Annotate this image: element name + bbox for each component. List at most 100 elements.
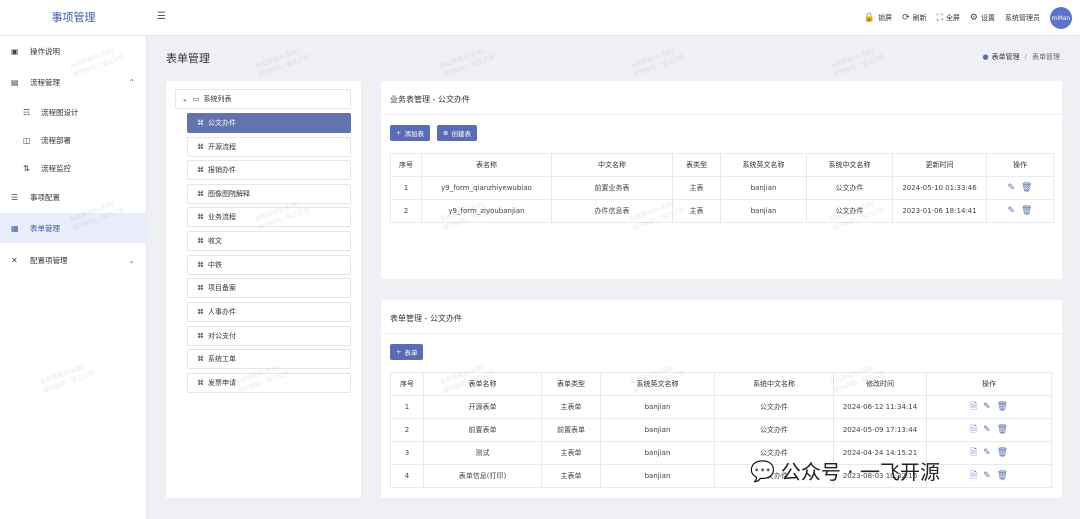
node-icon: ⌘	[197, 261, 204, 269]
create-table-button[interactable]: ⊕ 创建表	[437, 125, 477, 141]
tree-node[interactable]: ⌘ 系统工单	[187, 349, 351, 369]
business-table: 序号 表名称 中文名称 表类型 系统英文名称 系统中文名称 更新时间 操作 1 …	[390, 153, 1054, 223]
form-table-title: 表单管理 - 公文办件	[390, 314, 462, 323]
app-title: 事项管理	[51, 11, 96, 24]
delete-icon[interactable]: 🗑	[1021, 183, 1032, 193]
table-icon: ▦	[11, 223, 19, 233]
avatar[interactable]: mMan	[1050, 7, 1072, 29]
watermark: 系统管理员(系统)保守秘密，慎之又慎	[629, 47, 686, 79]
lock-icon: 🔒	[863, 13, 876, 23]
edit-icon[interactable]: ✎	[983, 471, 991, 481]
table-row: 1 y9_form_qianzhiyewubiao 前置业务表 主表 banji…	[390, 176, 1054, 200]
document-icon[interactable]: 🗎	[970, 448, 977, 458]
column-header: 系统英文名称	[600, 372, 715, 396]
document-icon[interactable]: 🗎	[970, 471, 977, 481]
node-icon: ⌘	[197, 308, 204, 316]
sidebar-item-flow-design[interactable]: ☶ 流程图设计	[0, 97, 147, 127]
business-table-title: 业务表管理 - 公文办件	[390, 95, 470, 104]
sidebar-item-process-management[interactable]: ▤ 流程管理 ⌃	[0, 67, 147, 97]
table-cell: banjian	[600, 395, 715, 419]
sidebar-item-instructions[interactable]: ▣ 操作说明	[0, 36, 147, 66]
breadcrumb-item[interactable]: 表单管理	[992, 52, 1020, 62]
edit-icon[interactable]: ✎	[983, 402, 991, 412]
edit-icon[interactable]: ✎	[983, 425, 991, 435]
table-cell: 2	[390, 418, 424, 442]
table-row: 2 y9_form_ziyoubanjian 办件信息表 主表 banjian …	[390, 199, 1054, 223]
sidebar: ▣ 操作说明 ▤ 流程管理 ⌃ ☶ 流程图设计 ◫ 流程部署 ⇅ 流程监控 ☰ 事项配置 ▦…	[0, 36, 147, 519]
delete-icon[interactable]: 🗑	[997, 448, 1008, 458]
document-icon: ▤	[11, 77, 19, 87]
collapse-sidebar-icon[interactable]: ☰	[157, 11, 166, 22]
monitor-icon: ⇅	[23, 163, 30, 173]
tree-node[interactable]: ⌘ 发票申请	[187, 373, 351, 393]
delete-icon[interactable]: 🗑	[1021, 206, 1032, 216]
table-cell: 公文办件	[806, 176, 893, 200]
tree-node[interactable]: ⌘ 公文办件	[187, 113, 351, 133]
document-icon[interactable]: 🗎	[970, 402, 977, 412]
table-cell: 1	[390, 395, 424, 419]
table-header-row: 序号 表名称 中文名称 表类型 系统英文名称 系统中文名称 更新时间 操作	[390, 153, 1054, 177]
table-cell: 前置表单	[541, 418, 601, 442]
tree-node[interactable]: ⌘ 开源流程	[187, 137, 351, 157]
delete-icon[interactable]: 🗑	[997, 471, 1008, 481]
refresh-icon: ⟳	[902, 13, 910, 23]
fullscreen-icon: ⛶	[936, 13, 943, 23]
tree-node[interactable]: ⌘ 对公支付	[187, 326, 351, 346]
chevron-down-icon[interactable]: ⌄	[182, 95, 188, 103]
table-cell: 公文办件	[806, 199, 893, 223]
flow-design-icon: ☶	[23, 107, 31, 117]
sidebar-item-flow-monitor[interactable]: ⇅ 流程监控	[0, 153, 147, 183]
edit-icon[interactable]: ✎	[983, 448, 991, 458]
delete-icon[interactable]: 🗑	[997, 402, 1008, 412]
fullscreen-button[interactable]: ⛶ 全屏	[937, 13, 960, 23]
document-icon[interactable]: 🗎	[970, 425, 977, 435]
node-icon: ⌘	[197, 355, 204, 363]
tree-node[interactable]: ⌘ 项目备案	[187, 278, 351, 298]
add-table-button[interactable]: + 添加表	[390, 125, 430, 141]
sidebar-item-config-management[interactable]: ✕ 配置项管理 ⌄	[0, 245, 147, 275]
tree-node[interactable]: ⌘ 收文	[187, 231, 351, 251]
breadcrumb-separator: /	[1024, 53, 1027, 61]
node-icon: ⌘	[197, 166, 204, 174]
table-cell: 1	[390, 176, 422, 200]
edit-icon[interactable]: ✎	[1008, 183, 1016, 193]
table-row: 3 测试 主表单 banjian 公文办件 2024-04-24 14:15:2…	[390, 441, 1052, 465]
tree-root[interactable]: ⌄ ▭ 系统列表	[175, 89, 351, 109]
user-name[interactable]: 系统管理员	[1005, 13, 1040, 23]
edit-icon[interactable]: ✎	[1008, 206, 1016, 216]
table-cell: 3	[390, 441, 424, 465]
column-header: 表类型	[672, 153, 721, 177]
tree-node[interactable]: ⌘ 图像图院解释	[187, 184, 351, 204]
settings-button[interactable]: ⚙ 设置	[970, 13, 995, 23]
sidebar-item-item-config[interactable]: ☰ 事项配置	[0, 182, 147, 212]
tree-node[interactable]: ⌘ 业务流程	[187, 207, 351, 227]
table-cell: y9_form_qianzhiyewubiao	[421, 176, 552, 200]
breadcrumb-item: 表单管理	[1032, 53, 1060, 61]
tree-node[interactable]: ⌘ 报销办件	[187, 160, 351, 180]
column-header: 操作	[926, 372, 1052, 396]
node-icon: ⌘	[197, 379, 204, 387]
table-header-row: 序号 表单名称 表单类型 系统英文名称 系统中文名称 修改时间 操作	[390, 372, 1052, 396]
add-form-button[interactable]: + 表单	[390, 344, 424, 360]
sidebar-item-form-management[interactable]: ▦ 表单管理	[0, 213, 147, 243]
tools-icon: ✕	[11, 255, 18, 265]
table-cell: 开源表单	[423, 395, 542, 419]
lock-screen-button[interactable]: 🔒 锁屏	[864, 13, 892, 23]
delete-icon[interactable]: 🗑	[997, 425, 1008, 435]
actions-cell: 🗎 ✎ 🗑	[926, 441, 1052, 465]
actions-cell: 🗎 ✎ 🗑	[926, 418, 1052, 442]
divider	[381, 333, 1062, 334]
column-header: 序号	[390, 372, 424, 396]
tree-node[interactable]: ⌘ 人事办件	[187, 302, 351, 322]
table-cell: 测试	[423, 441, 542, 465]
sidebar-item-flow-deploy[interactable]: ◫ 流程部署	[0, 125, 147, 155]
table-cell: 公文办件	[714, 418, 834, 442]
tree-node[interactable]: ⌘ 中铁	[187, 255, 351, 275]
node-icon: ⌘	[197, 213, 204, 221]
table-cell: 主表	[672, 199, 721, 223]
top-header: 事项管理 ☰ 🔒 锁屏 ⟳ 刷新 ⛶ 全屏 ⚙ 设置 系统管理员 mMan	[0, 0, 1080, 36]
refresh-button[interactable]: ⟳ 刷新	[902, 13, 927, 23]
table-cell: banjian	[600, 464, 715, 488]
table-row: 4 表单信息(打印) 主表单 banjian 公文办件 2023-08-03 1…	[390, 464, 1052, 488]
form-table-panel: 表单管理 - 公文办件 + 表单 序号 表单名称 表单类型 系统英文名称 系统中文…	[381, 300, 1062, 498]
